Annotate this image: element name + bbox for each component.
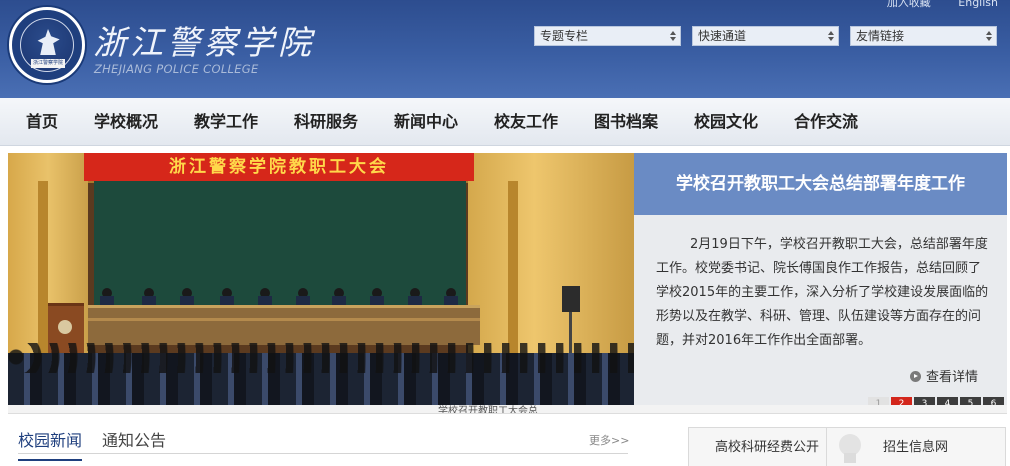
research-funds-link[interactable]: 高校科研经费公开 xyxy=(715,428,819,466)
select-arrows-icon xyxy=(986,31,992,41)
nav-item-about[interactable]: 学校概况 xyxy=(94,98,158,146)
view-details-link[interactable]: 查看详情 xyxy=(910,366,978,385)
slideshow-caption: 学校召开教职工大会总 xyxy=(438,406,538,414)
stage-podium xyxy=(88,305,480,345)
special-topics-select[interactable]: 专题专栏 xyxy=(534,26,681,46)
brand-english-name: ZHEJIANG POLICE COLLEGE xyxy=(94,62,259,76)
nav-item-alumni[interactable]: 校友工作 xyxy=(494,98,558,146)
special-topics-select-label: 专题专栏 xyxy=(540,29,589,43)
tab-notices[interactable]: 通知公告 xyxy=(102,427,166,451)
english-link[interactable]: English xyxy=(958,0,998,9)
play-circle-icon xyxy=(910,371,921,382)
nav-item-news-center[interactable]: 新闻中心 xyxy=(394,98,458,146)
site-header: 浙江警察学院 浙江警察学院 ZHEJIANG POLICE COLLEGE 加入… xyxy=(0,0,1010,98)
nav-item-teaching[interactable]: 教学工作 xyxy=(194,98,258,146)
add-favorite-link[interactable]: 加入收藏 xyxy=(887,0,931,9)
quick-access-select-label: 快速通道 xyxy=(698,29,747,43)
brand-chinese-name: 浙江警察学院 xyxy=(93,23,315,62)
caption-strip: 学校召开教职工大会总 xyxy=(8,405,1007,414)
feature-title[interactable]: 学校召开教职工大会总结部署年度工作 xyxy=(634,153,1007,215)
quick-links-divider xyxy=(826,428,827,466)
main-nav: 首页 学校概况 教学工作 科研服务 新闻中心 校友工作 图书档案 校园文化 合作… xyxy=(0,98,1010,146)
news-slideshow-photo[interactable]: 浙江警察学院教职工大会 xyxy=(8,153,634,405)
tab-campus-news[interactable]: 校园新闻 xyxy=(18,427,83,461)
admissions-link[interactable]: 招生信息网 xyxy=(883,428,948,466)
quick-links-box: 高校科研经费公开 招生信息网 xyxy=(688,427,1006,466)
college-logo[interactable]: 浙江警察学院 xyxy=(9,7,85,83)
lightbulb-icon xyxy=(835,434,865,464)
slideshow-pager: 123456 xyxy=(866,391,1004,411)
feature-panel: 学校召开教职工大会总结部署年度工作 2月19日下午，学校召开教职工大会，总结部署… xyxy=(634,153,1007,405)
page: 浙江警察学院 浙江警察学院 ZHEJIANG POLICE COLLEGE 加入… xyxy=(0,0,1010,466)
view-details-label: 查看详情 xyxy=(926,370,979,385)
tabs-divider xyxy=(18,453,628,454)
quick-access-select[interactable]: 快速通道 xyxy=(692,26,839,46)
photo-audience-heads xyxy=(8,343,634,373)
stage-backdrop xyxy=(94,181,466,305)
nav-item-cooperation[interactable]: 合作交流 xyxy=(794,98,858,146)
stage-speaker xyxy=(562,286,580,312)
top-links: 加入收藏 English xyxy=(863,0,998,10)
nav-item-home[interactable]: 首页 xyxy=(26,98,58,146)
news-more-link[interactable]: 更多>> xyxy=(589,432,629,448)
stage-banner: 浙江警察学院教职工大会 xyxy=(84,153,474,181)
select-arrows-icon xyxy=(670,31,676,41)
friendly-links-select-label: 友情链接 xyxy=(856,29,905,43)
logo-band-text: 浙江警察学院 xyxy=(31,59,65,68)
logo-emblem-icon: 浙江警察学院 xyxy=(20,18,74,72)
nav-item-library[interactable]: 图书档案 xyxy=(594,98,658,146)
nav-item-research[interactable]: 科研服务 xyxy=(294,98,358,146)
nav-item-campus-culture[interactable]: 校园文化 xyxy=(694,98,758,146)
horse-rider-icon xyxy=(37,29,60,55)
select-arrows-icon xyxy=(828,31,834,41)
friendly-links-select[interactable]: 友情链接 xyxy=(850,26,997,46)
feature-summary: 2月19日下午，学校召开教职工大会，总结部署年度工作。校党委书记、院长傅国良作工… xyxy=(656,237,989,348)
